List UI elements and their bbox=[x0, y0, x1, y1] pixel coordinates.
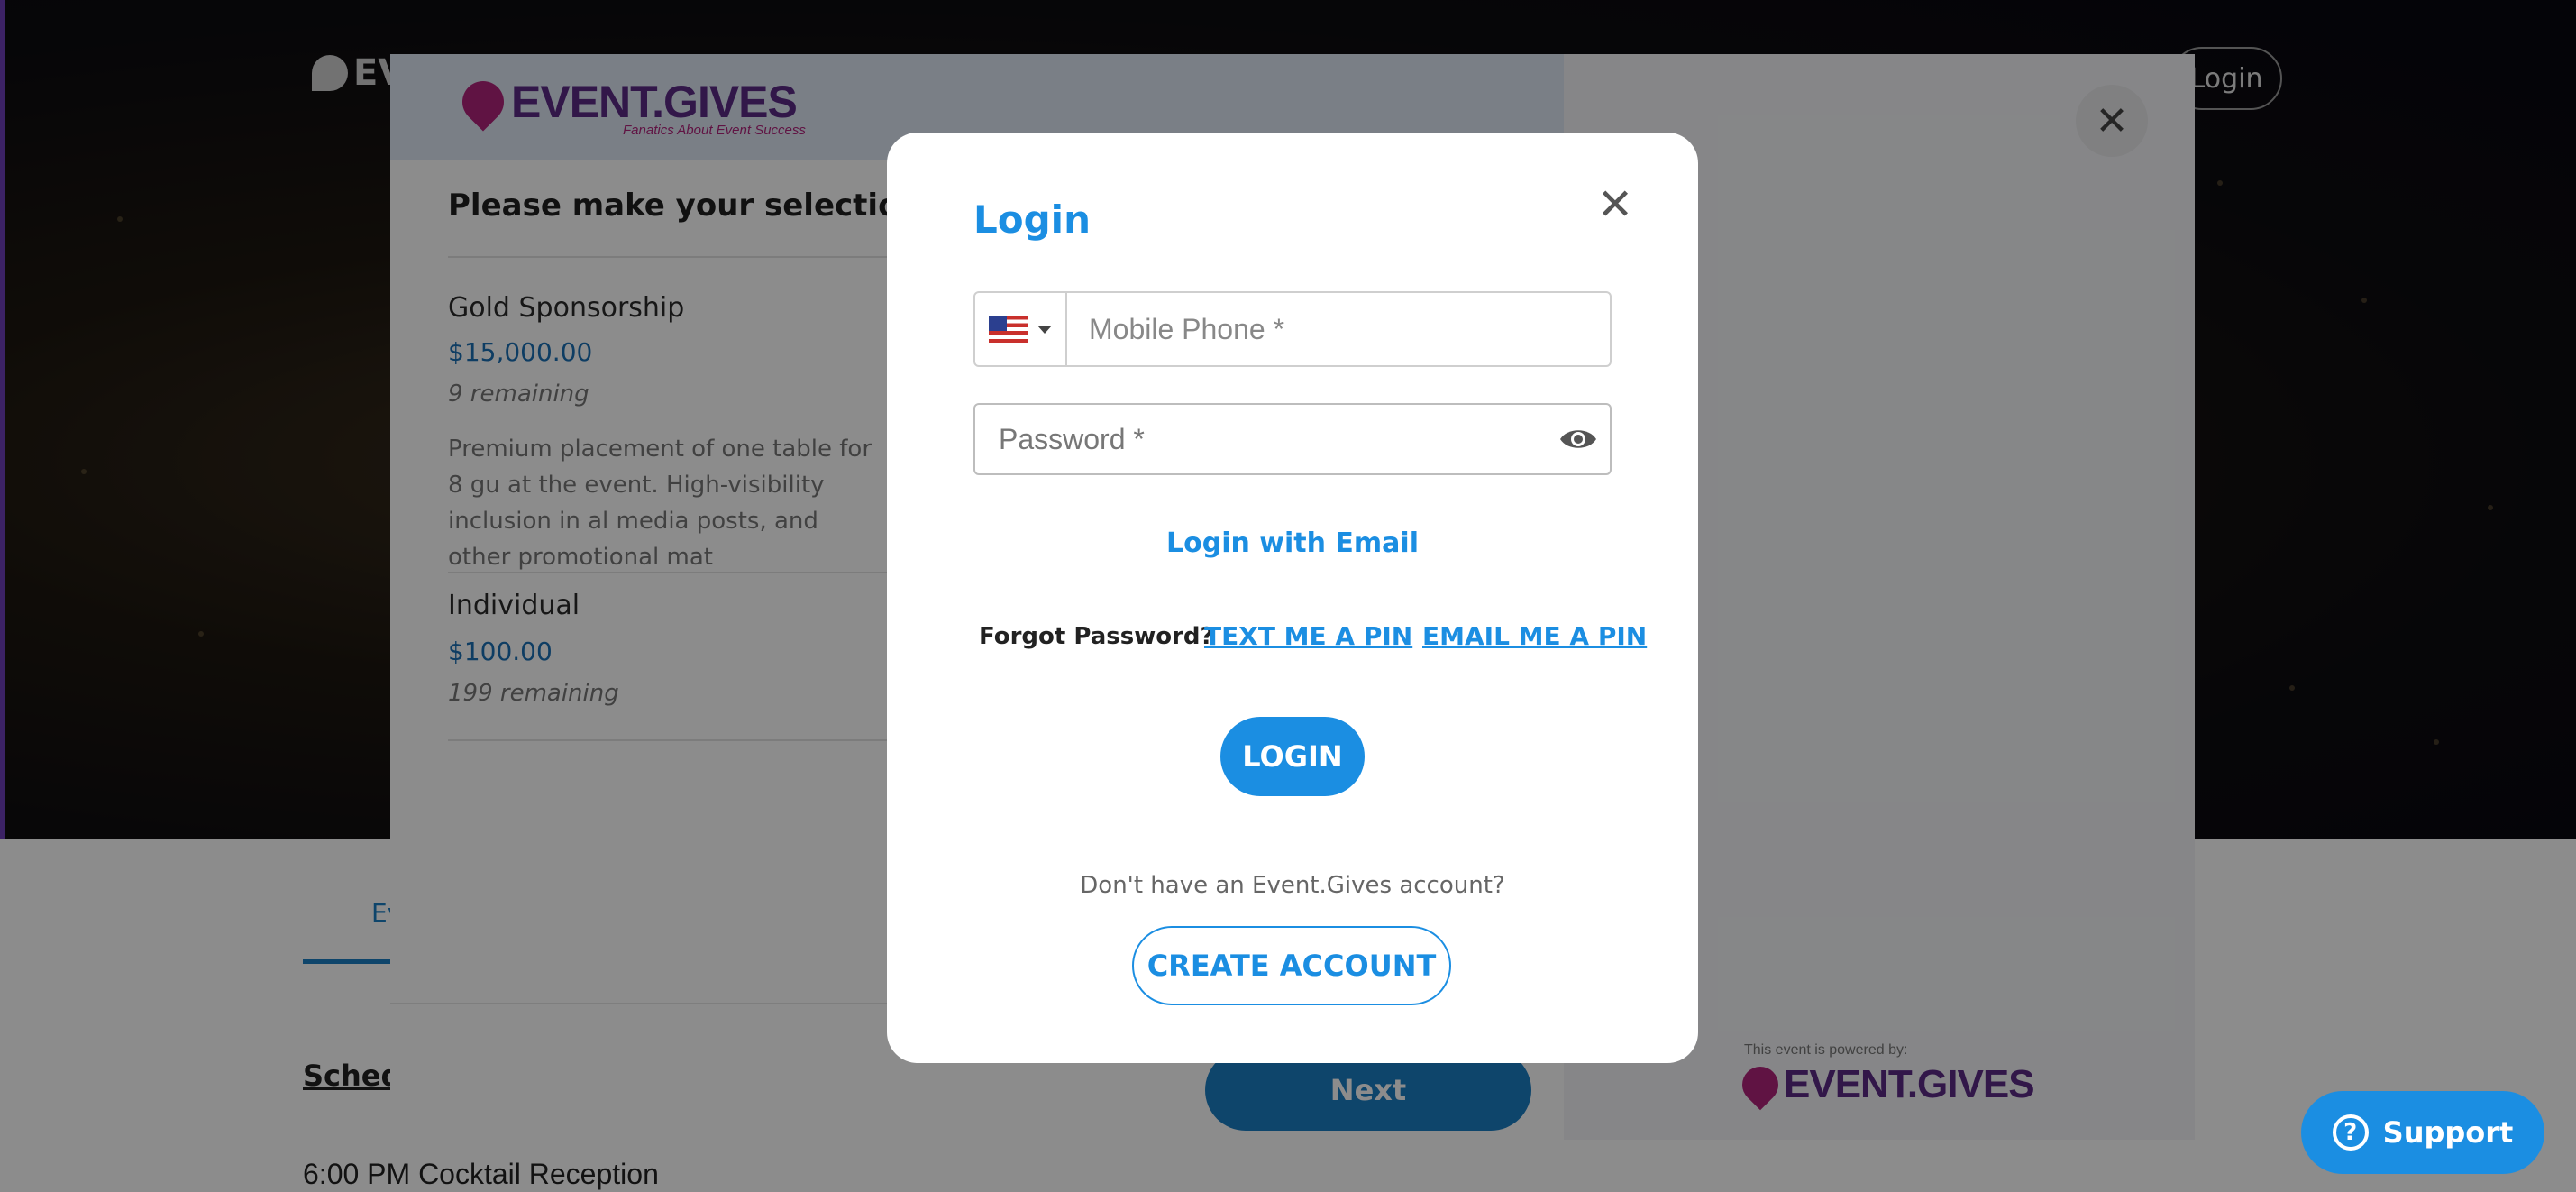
no-account-text: Don't have an Event.Gives account? bbox=[1080, 872, 1505, 899]
login-with-email-link[interactable]: Login with Email bbox=[887, 527, 1698, 559]
mobile-phone-input[interactable] bbox=[1067, 293, 1610, 365]
password-field bbox=[973, 403, 1612, 475]
login-dialog: Login ✕ Login with Email Forgot Password… bbox=[887, 133, 1698, 1063]
us-flag-icon bbox=[989, 316, 1028, 343]
support-button[interactable]: ? Support bbox=[2301, 1091, 2544, 1174]
caret-down-icon bbox=[1037, 325, 1052, 334]
eye-icon[interactable] bbox=[1547, 405, 1610, 473]
phone-field bbox=[973, 291, 1612, 367]
text-me-pin-link[interactable]: TEXT ME A PIN bbox=[1204, 621, 1412, 651]
support-label: Support bbox=[2382, 1115, 2514, 1150]
login-title: Login bbox=[973, 197, 1091, 242]
password-input[interactable] bbox=[975, 422, 1547, 456]
login-button[interactable]: LOGIN bbox=[1220, 717, 1365, 796]
email-me-pin-link[interactable]: EMAIL ME A PIN bbox=[1422, 621, 1647, 651]
forgot-password-label: Forgot Password? bbox=[979, 623, 1214, 650]
create-account-button[interactable]: CREATE ACCOUNT bbox=[1132, 926, 1451, 1005]
country-selector[interactable] bbox=[975, 293, 1067, 365]
close-icon[interactable]: ✕ bbox=[1585, 174, 1646, 235]
question-icon: ? bbox=[2332, 1114, 2369, 1151]
